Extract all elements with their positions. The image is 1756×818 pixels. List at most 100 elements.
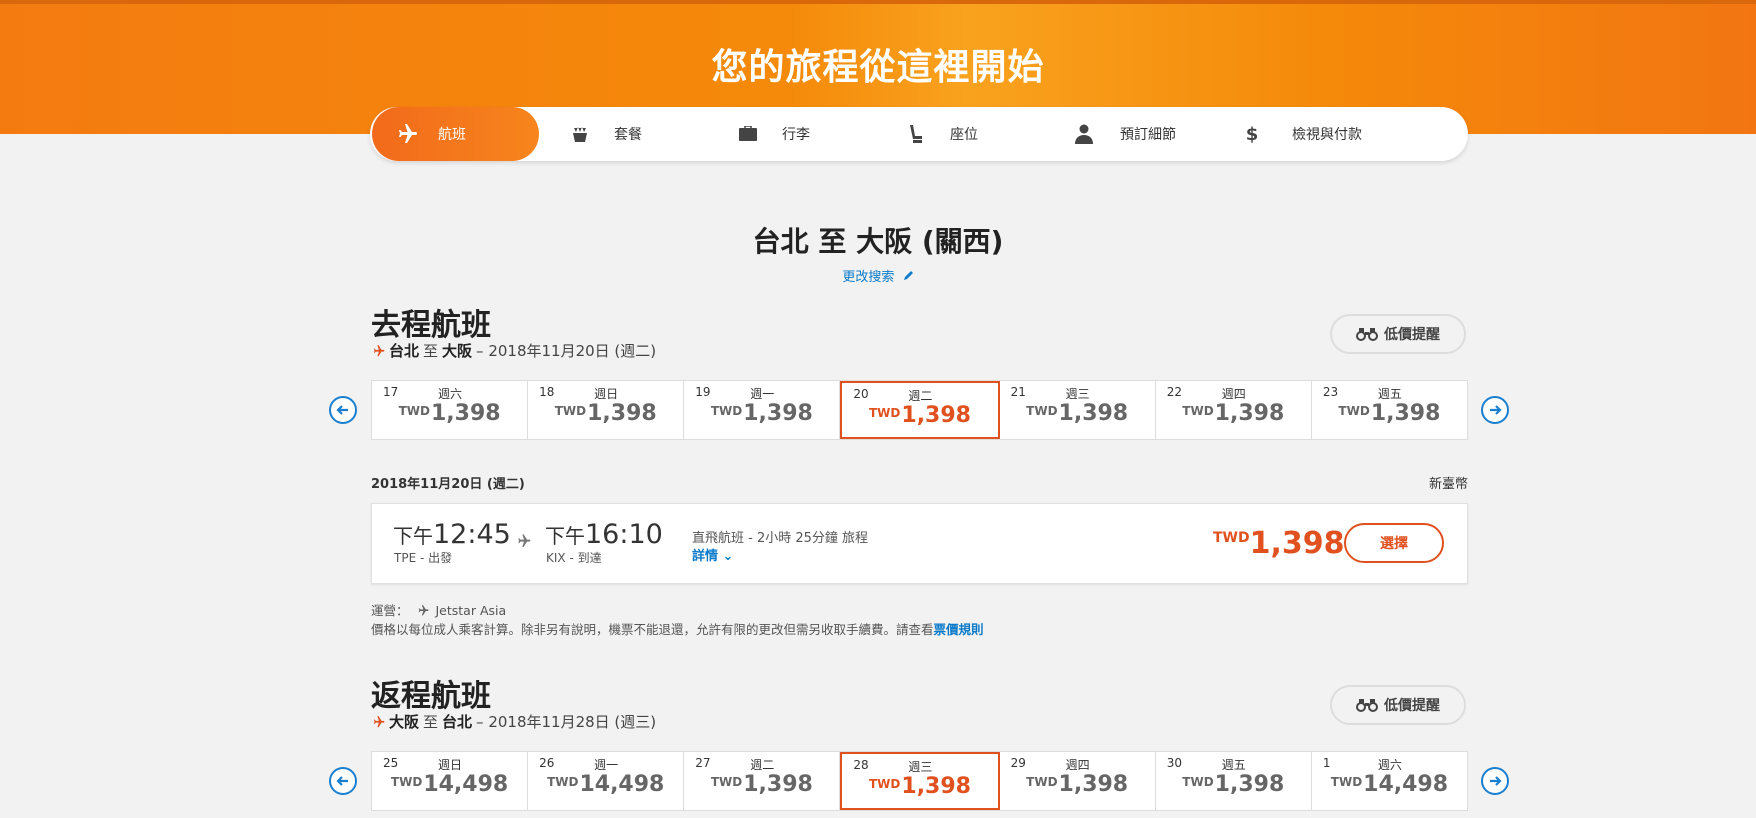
price-alert-button[interactable]: 低價提醒 xyxy=(1330,314,1466,354)
fare-rules-link[interactable]: 票價規則 xyxy=(934,622,984,637)
date-option[interactable]: 21 週三 TWD1,398 xyxy=(1000,381,1156,439)
weekday: 週四 xyxy=(1065,758,1090,772)
arrow-left-icon xyxy=(336,776,348,786)
depart-airport: TPE - 出發 xyxy=(394,551,453,565)
date-option[interactable]: 18 週日 TWD1,398 xyxy=(528,381,685,439)
weekday: 週二 xyxy=(750,758,775,772)
prev-dates-arrow[interactable] xyxy=(329,767,357,795)
step-label: 套餐 xyxy=(614,127,642,143)
pencil-icon xyxy=(903,271,913,280)
day-price: TWD1,398 xyxy=(1026,772,1129,797)
flight-price: TWD1,398 xyxy=(1213,526,1345,561)
modify-search-link[interactable]: 更改搜索 xyxy=(842,270,913,285)
next-dates-arrow[interactable] xyxy=(1481,767,1509,795)
day-number: 17 xyxy=(383,385,399,399)
operator-line: 運營： Jetstar Asia xyxy=(371,603,507,618)
date-option[interactable]: 20 週二 TWD1,398 xyxy=(840,381,1000,439)
date-option[interactable]: 27 週二 TWD1,398 xyxy=(684,752,841,810)
date-option[interactable]: 19 週一 TWD1,398 xyxy=(684,381,841,439)
next-dates-arrow[interactable] xyxy=(1481,396,1509,424)
step-baggage[interactable]: 行李 xyxy=(728,107,810,161)
day-price: TWD14,498 xyxy=(390,772,509,797)
flight-card[interactable]: 下午12:45 TPE - 出發 下午16:10 KIX - 到達 直飛航班 -… xyxy=(371,503,1468,584)
weekday: 週日 xyxy=(594,387,619,401)
weekday: 週四 xyxy=(1221,387,1246,401)
day-number: 29 xyxy=(1010,756,1026,770)
inbound-subtitle: 大阪至台北 – 2018年11月28日 (週三) xyxy=(371,711,656,732)
outbound-subtitle: 台北至大阪 – 2018年11月20日 (週二) xyxy=(371,340,656,361)
arrow-left-icon xyxy=(336,405,348,415)
flight-date-label: 2018年11月20日 (週二) xyxy=(371,477,525,492)
step-label: 座位 xyxy=(950,127,978,143)
day-price: TWD1,398 xyxy=(554,401,657,426)
binoculars-icon xyxy=(1356,328,1378,341)
step-flights[interactable]: 航班 xyxy=(372,107,539,161)
depart-time: 下午12:45 xyxy=(393,519,511,550)
route-title: 台北 至 大阪 (關西) xyxy=(752,225,1004,258)
chevron-down-icon: ⌄ xyxy=(722,549,734,564)
plane-icon xyxy=(373,715,385,727)
arrive-time: 下午16:10 xyxy=(545,519,663,550)
day-number: 30 xyxy=(1166,756,1182,770)
inbound-title: 返程航班 xyxy=(371,679,491,714)
day-number: 28 xyxy=(853,758,869,772)
fare-note: 價格以每位成人乘客計算。除非另有說明，機票不能退還，允許有限的更改但需另收取手續… xyxy=(371,622,984,637)
day-price: TWD1,398 xyxy=(1182,401,1285,426)
luggage-icon xyxy=(728,126,768,142)
step-review-pay[interactable]: $ 檢視與付款 xyxy=(1232,107,1362,161)
plane-icon xyxy=(373,344,385,356)
details-link[interactable]: 詳情 ⌄ xyxy=(692,545,733,564)
date-option[interactable]: 28 週三 TWD1,398 xyxy=(840,752,1000,810)
arrow-right-icon xyxy=(1490,776,1502,786)
weekday: 週一 xyxy=(750,387,775,401)
step-seats[interactable]: 座位 xyxy=(896,107,978,161)
outbound-title: 去程航班 xyxy=(371,308,491,343)
day-number: 1 xyxy=(1322,756,1331,770)
step-label: 行李 xyxy=(782,127,810,143)
dollar-icon: $ xyxy=(1245,123,1259,145)
day-price: TWD14,498 xyxy=(547,772,665,797)
date-option[interactable]: 1 週六 TWD14,498 xyxy=(1312,752,1467,810)
day-number: 25 xyxy=(383,756,399,770)
day-price: TWD1,398 xyxy=(869,774,971,799)
date-option[interactable]: 30 週五 TWD1,398 xyxy=(1156,752,1312,810)
step-meals[interactable]: 套餐 xyxy=(560,107,642,161)
step-booking-details[interactable]: 預訂細節 xyxy=(1064,107,1176,161)
weekday: 週五 xyxy=(1221,758,1246,772)
date-option[interactable]: 26 週一 TWD14,498 xyxy=(528,752,685,810)
price-alert-button[interactable]: 低價提醒 xyxy=(1330,685,1466,725)
weekday: 週三 xyxy=(908,760,933,774)
weekday: 週三 xyxy=(1065,387,1090,401)
plane-icon xyxy=(386,122,426,146)
date-option[interactable]: 29 週四 TWD1,398 xyxy=(1000,752,1156,810)
date-option[interactable]: 22 週四 TWD1,398 xyxy=(1156,381,1312,439)
date-option[interactable]: 23 週五 TWD1,398 xyxy=(1312,381,1467,439)
weekday: 週五 xyxy=(1377,387,1402,401)
step-label: 檢視與付款 xyxy=(1292,127,1362,143)
day-price: TWD14,498 xyxy=(1330,772,1449,797)
person-icon xyxy=(1064,124,1104,144)
plane-icon xyxy=(418,605,428,616)
weekday: 週一 xyxy=(594,758,619,772)
day-number: 21 xyxy=(1010,385,1026,399)
day-number: 23 xyxy=(1322,385,1339,399)
step-label: 預訂細節 xyxy=(1120,127,1176,143)
select-flight-button[interactable]: 選擇 xyxy=(1344,523,1444,563)
day-number: 22 xyxy=(1166,385,1182,399)
weekday: 週六 xyxy=(1377,758,1402,772)
outbound-date-strip: 17 週六 TWD1,398 18 週日 TWD1,398 19 週一 TWD1,398 20 週二… xyxy=(371,380,1468,440)
currency-label: 新臺幣 xyxy=(1428,477,1468,492)
day-number: 26 xyxy=(539,756,555,770)
weekday: 週日 xyxy=(438,758,463,772)
day-price: TWD1,398 xyxy=(1338,401,1441,426)
weekday: 週二 xyxy=(908,389,933,403)
booking-steps-bar: 航班 套餐 行李 座位 預訂細節 $ 檢視與付款 xyxy=(370,107,1468,161)
arrive-airport: KIX - 到達 xyxy=(546,551,602,565)
date-option[interactable]: 17 週六 TWD1,398 xyxy=(372,381,529,439)
day-number: 27 xyxy=(695,756,711,770)
prev-dates-arrow[interactable] xyxy=(329,396,357,424)
day-price: TWD1,398 xyxy=(710,401,813,426)
date-option[interactable]: 25 週日 TWD14,498 xyxy=(372,752,529,810)
step-label: 航班 xyxy=(438,127,466,143)
seat-icon xyxy=(896,124,936,144)
